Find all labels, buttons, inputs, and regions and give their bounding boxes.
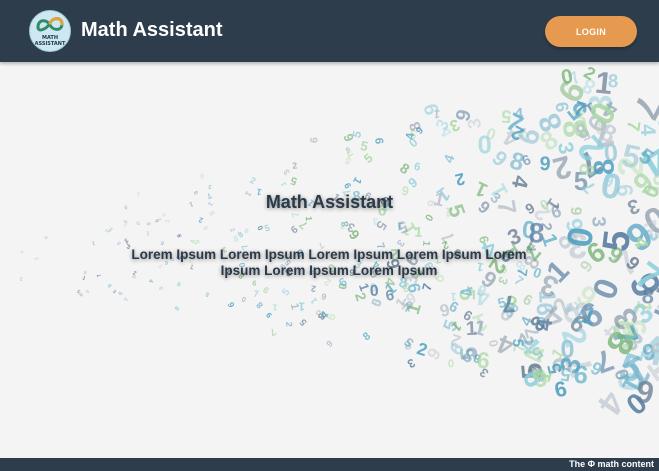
- background-digit: 5: [116, 290, 123, 296]
- background-digit: 8: [84, 270, 87, 276]
- background-digit: 1: [81, 275, 86, 282]
- background-digit: 4: [83, 288, 90, 293]
- background-digit: 6: [324, 338, 334, 349]
- logo[interactable]: MATH ASSISTANT: [29, 10, 71, 52]
- background-digit: 3: [587, 216, 608, 227]
- background-digit: 5: [159, 285, 166, 290]
- logo-text: MATH ASSISTANT: [30, 35, 70, 47]
- background-digit: 8: [608, 70, 619, 91]
- background-digit: 8: [557, 118, 595, 139]
- background-digit: 7: [267, 325, 278, 338]
- login-button[interactable]: LOGIN: [545, 16, 637, 47]
- background-digit: 6: [476, 347, 491, 374]
- background-digit: 5: [204, 290, 211, 298]
- background-digit: 1: [272, 302, 278, 312]
- background-digit: 4: [190, 239, 197, 244]
- background-digit: 7: [124, 297, 131, 303]
- background-digit: 2: [165, 219, 171, 223]
- background-digit: 5: [280, 287, 292, 298]
- background-digit: 8: [243, 226, 250, 234]
- background-digit: 3: [111, 289, 117, 296]
- background-digit: 6: [145, 222, 151, 225]
- background-digit: 5: [106, 284, 113, 290]
- background-digit: 8: [254, 300, 265, 311]
- background-digit: 6: [116, 240, 123, 246]
- background-digit: 3: [19, 275, 23, 281]
- background-digit: 7: [96, 272, 103, 278]
- background-digit: 2: [340, 221, 346, 232]
- background-digit: 1: [304, 216, 314, 222]
- background-digit: 4: [441, 152, 458, 165]
- background-digit: 5: [201, 225, 209, 232]
- background-digit: 5: [359, 138, 370, 154]
- background-digit: 4: [43, 235, 50, 241]
- background-digit: 1: [308, 296, 319, 306]
- background-digit: 8: [174, 305, 182, 313]
- background-digit: 6: [160, 239, 165, 246]
- hero-text: Lorem Ipsum Lorem Ipsum Lorem Ipsum Lore…: [131, 247, 527, 278]
- background-digit: 6: [251, 278, 257, 288]
- background-digit: 8: [361, 330, 373, 343]
- background-digit: 3: [123, 237, 129, 244]
- background-digit: 9: [423, 344, 445, 363]
- background-digit: 2: [453, 169, 467, 190]
- background-digit: 2: [248, 175, 257, 186]
- background-digit: 1: [146, 229, 150, 235]
- background-digit: 6: [308, 137, 320, 143]
- background-digit: 3: [123, 221, 128, 228]
- hero-title: Math Assistant: [265, 192, 394, 212]
- background-digit: 2: [292, 160, 298, 171]
- app-footer: The Φ math content: [0, 458, 659, 471]
- background-digit: 5: [297, 316, 309, 328]
- background-digit: 9: [373, 136, 387, 144]
- background-digit: 6: [261, 285, 271, 296]
- background-digit: 2: [198, 215, 204, 225]
- background-digit: 0: [134, 219, 141, 225]
- background-digit: 0: [448, 358, 455, 370]
- background-digit: 7: [501, 290, 516, 317]
- background-digit: 3: [281, 167, 292, 177]
- background-digit: 9: [413, 159, 421, 172]
- background-digit: 3: [207, 183, 212, 190]
- background-digit: 2: [310, 283, 316, 293]
- background-digit: 6: [225, 300, 236, 309]
- footer-text: The Φ math content: [569, 459, 654, 469]
- background-digit: 5: [509, 339, 526, 348]
- background-digit: 9: [320, 291, 327, 302]
- background-digit: 0: [240, 294, 248, 304]
- background-digit: 0: [200, 174, 204, 181]
- background-digit: 4: [19, 250, 25, 254]
- app-header: MATH ASSISTANT Math Assistant LOGIN: [0, 0, 659, 62]
- background-digit: 1: [91, 239, 95, 246]
- background-digit: 1: [414, 225, 423, 241]
- background-digit: 9: [539, 153, 551, 175]
- hero-section: 3295189165586802090993794172986401504479…: [0, 62, 659, 458]
- background-digit: 7: [253, 289, 259, 300]
- background-digit: 5: [289, 174, 298, 187]
- background-digit: 7: [341, 145, 355, 160]
- logo-text-line2: ASSISTANT: [34, 40, 66, 47]
- background-digit: 9: [438, 299, 452, 321]
- background-digit: 6: [176, 280, 183, 287]
- background-digit: 1: [280, 181, 289, 187]
- background-digit: 0: [423, 212, 436, 223]
- background-digit: 7: [623, 120, 644, 133]
- background-digit: 2: [34, 256, 41, 261]
- background-digit: 2: [351, 291, 369, 304]
- background-digit: 6: [175, 234, 182, 239]
- background-digit: 0: [477, 129, 493, 158]
- background-digit: 5: [263, 223, 271, 234]
- background-digit: 3: [405, 355, 418, 371]
- app-title: Math Assistant: [81, 19, 223, 41]
- background-digit: 2: [284, 322, 294, 327]
